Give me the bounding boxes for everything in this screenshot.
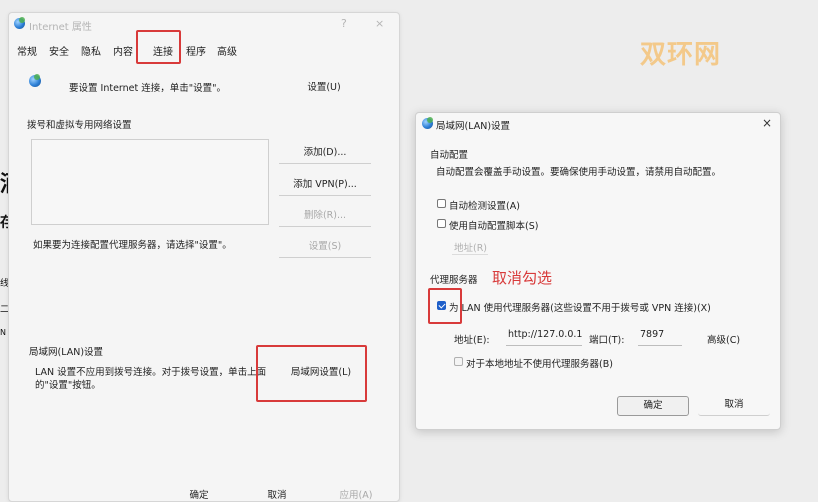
- add-vpn-button[interactable]: 添加 VPN(P)...: [279, 176, 371, 196]
- advanced-button[interactable]: 高级(C): [707, 332, 740, 346]
- dialog-cancel-button[interactable]: 取消: [698, 396, 770, 416]
- port-input[interactable]: 7897: [638, 329, 682, 346]
- tab-privacy[interactable]: 隐私: [81, 43, 101, 58]
- internet-globe-icon: [29, 74, 41, 87]
- proxy-address-input[interactable]: http://127.0.0.1: [506, 329, 582, 346]
- titlebar: Internet 属性 ? ×: [9, 13, 399, 35]
- watermark-logo: 双环网: [640, 40, 722, 70]
- bypass-local-checkbox[interactable]: [454, 357, 463, 366]
- setup-text: 要设置 Internet 连接，单击"设置"。: [69, 83, 227, 94]
- script-address-field[interactable]: 地址(R): [452, 240, 488, 255]
- tab-general[interactable]: 常规: [17, 43, 37, 58]
- auto-config-description: 自动配置会覆盖手动设置。要确保使用手动设置，请禁用自动配置。: [436, 167, 722, 178]
- help-button[interactable]: ?: [341, 17, 347, 30]
- lan-heading: 局域网(LAN)设置: [29, 347, 104, 358]
- ok-button[interactable]: 确定: [177, 487, 221, 501]
- setup-button[interactable]: 设置(U): [299, 79, 349, 93]
- settings-button[interactable]: 设置(S): [279, 238, 371, 258]
- use-proxy-checkbox[interactable]: [437, 301, 446, 310]
- uncheck-annotation: 取消勾选: [492, 269, 553, 287]
- window-title: Internet 属性: [29, 22, 92, 33]
- auto-script-label[interactable]: 使用自动配置脚本(S): [449, 218, 538, 232]
- remove-button[interactable]: 删除(R)...: [279, 207, 371, 227]
- dialup-heading: 拨号和虚拟专用网络设置: [27, 120, 132, 131]
- dialog-close-button[interactable]: ×: [762, 116, 772, 130]
- auto-config-heading: 自动配置: [430, 150, 469, 161]
- apply-button[interactable]: 应用(A): [331, 487, 381, 501]
- dialog-ok-button[interactable]: 确定: [617, 396, 689, 416]
- cancel-button[interactable]: 取消: [255, 487, 299, 501]
- bypass-local-label[interactable]: 对于本地地址不使用代理服务器(B): [466, 356, 613, 370]
- tab-programs[interactable]: 程序: [186, 43, 206, 58]
- use-proxy-label[interactable]: 为 LAN 使用代理服务器(这些设置不用于拨号或 VPN 连接)(X): [449, 300, 711, 314]
- edge-fragment: N: [0, 328, 6, 337]
- close-button[interactable]: ×: [375, 17, 384, 30]
- globe-icon: [14, 17, 25, 29]
- lan-description-line2: 的"设置"按钮。: [35, 380, 101, 391]
- tab-advanced[interactable]: 高级: [217, 43, 237, 58]
- auto-detect-label[interactable]: 自动检测设置(A): [449, 198, 520, 212]
- tab-connections[interactable]: 连接: [153, 43, 173, 58]
- proxy-hint: 如果要为连接配置代理服务器，请选择"设置"。: [33, 240, 232, 251]
- proxy-server-heading: 代理服务器: [430, 275, 478, 286]
- auto-script-checkbox[interactable]: [437, 219, 446, 228]
- lan-settings-dialog: 局域网(LAN)设置 × 自动配置 自动配置会覆盖手动设置。要确保使用手动设置，…: [415, 112, 781, 430]
- tab-content[interactable]: 内容: [113, 43, 133, 58]
- tab-security[interactable]: 安全: [49, 43, 69, 58]
- auto-detect-checkbox[interactable]: [437, 199, 446, 208]
- internet-properties-window: Internet 属性 ? × 常规 安全 隐私 内容 连接 程序 高级 要设置…: [8, 12, 400, 502]
- lan-description-line1: LAN 设置不应用到拨号连接。对于拨号设置，单击上面: [35, 367, 267, 378]
- proxy-address-label: 地址(E):: [454, 335, 490, 346]
- port-label: 端口(T):: [589, 335, 625, 346]
- lan-settings-button[interactable]: 局域网设置(L): [281, 364, 361, 378]
- connection-list[interactable]: [31, 139, 269, 225]
- add-button[interactable]: 添加(D)...: [279, 144, 371, 164]
- globe-icon: [422, 117, 433, 129]
- dialog-title: 局域网(LAN)设置: [436, 121, 511, 132]
